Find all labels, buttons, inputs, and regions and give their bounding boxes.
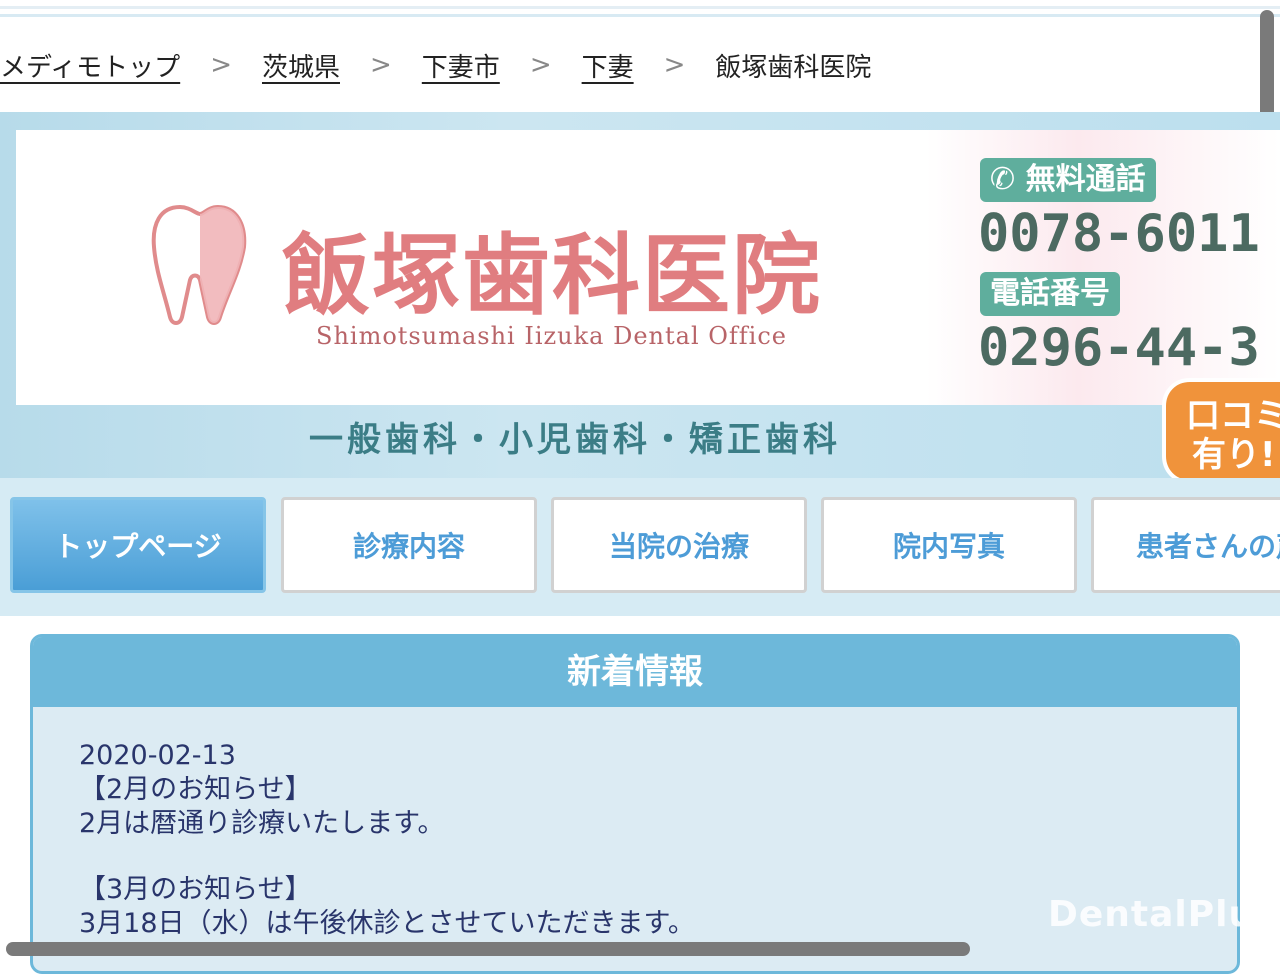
top-border-line: [0, 14, 1280, 17]
top-border: [0, 0, 1280, 18]
tel-number[interactable]: 0296-44-3: [978, 318, 1260, 378]
nav-item-services[interactable]: 診療内容: [281, 497, 537, 593]
breadcrumb-separator: >: [529, 50, 552, 80]
free-call-number[interactable]: 0078-6011: [978, 204, 1260, 264]
breadcrumb-link-prefecture[interactable]: 茨城県: [262, 47, 340, 84]
breadcrumb-current: 飯塚歯科医院: [715, 52, 872, 83]
news-heading: 【3月のお知らせ】: [79, 874, 312, 905]
breadcrumb-separator: >: [663, 50, 686, 80]
top-border-line: [0, 6, 1280, 9]
nav-item-top[interactable]: トップページ: [10, 497, 266, 593]
clinic-subtitle: Shimotsumashi Iizuka Dental Office: [316, 322, 788, 350]
breadcrumb-link-medimo-top[interactable]: メディモトップ: [0, 47, 180, 84]
news-heading: 【2月のお知らせ】: [79, 774, 312, 805]
nav-item-patient-voice[interactable]: 患者さんの声: [1091, 497, 1280, 593]
free-call-badge: ✆ 無料通話: [980, 158, 1156, 202]
news-text: 2月は暦通り診療いたします。: [79, 808, 445, 839]
watermark: DentalPlus: [1048, 894, 1278, 935]
tel-badge: 電話番号: [980, 272, 1120, 316]
free-call-label: 無料通話: [1025, 162, 1146, 197]
nav-item-treatment[interactable]: 当院の治療: [551, 497, 807, 593]
breadcrumb-separator: >: [370, 50, 392, 80]
review-badge-text: 有り!: [1192, 435, 1276, 475]
breadcrumb: メディモトップ > 茨城県 > 下妻市 > 下妻 > 飯塚歯科医院: [0, 38, 1260, 92]
tooth-logo-icon: [151, 204, 247, 325]
news-title: 新着情報: [33, 637, 1237, 707]
horizontal-scrollbar[interactable]: [6, 942, 970, 956]
nav-item-photos[interactable]: 院内写真: [821, 497, 1077, 593]
review-badge-text: 口コミ: [1186, 396, 1280, 436]
clinic-name: 飯塚歯科医院: [282, 223, 823, 327]
breadcrumb-separator: >: [210, 50, 232, 80]
tagline: 一般歯科・小児歯科・矯正歯科: [309, 420, 841, 460]
news-spacer: [79, 841, 1191, 873]
phone-icon: ✆: [990, 162, 1016, 197]
breadcrumb-link-area[interactable]: 下妻: [582, 47, 634, 84]
breadcrumb-link-city[interactable]: 下妻市: [422, 47, 500, 84]
news-date: 2020-02-13: [79, 740, 236, 771]
news-text: 3月18日（水）は午後休診とさせていただきます。: [79, 908, 695, 939]
